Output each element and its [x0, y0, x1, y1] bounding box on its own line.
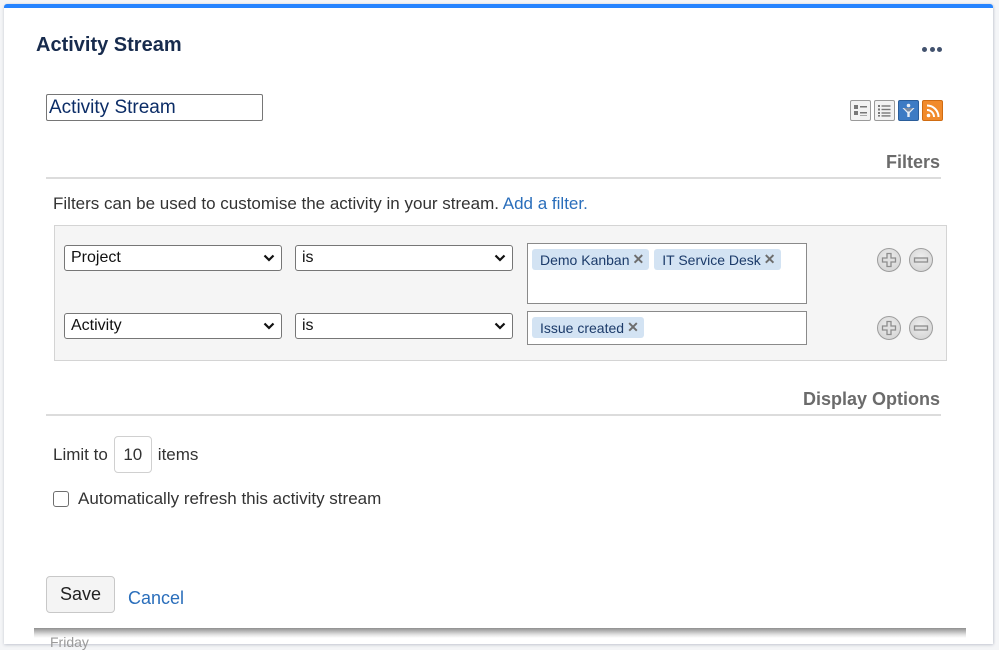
filter-field-select[interactable]: Project: [64, 245, 282, 271]
limit-items-input[interactable]: [113, 436, 152, 473]
filters-description: Filters can be used to customise the act…: [53, 194, 588, 214]
remove-filter-row-button[interactable]: [909, 316, 933, 340]
chevron-down-icon: [494, 322, 506, 330]
add-filter-row-button[interactable]: [877, 248, 901, 272]
chevron-down-icon: [494, 254, 506, 262]
remove-filter-row-button[interactable]: [909, 248, 933, 272]
filter-field-select[interactable]: Activity: [64, 313, 282, 339]
add-filter-link[interactable]: Add a filter.: [503, 194, 588, 213]
minus-icon: [913, 257, 929, 263]
remove-tag-icon[interactable]: ✕: [764, 251, 776, 268]
value-tag: IT Service Desk ✕: [654, 249, 781, 270]
auto-refresh-checkbox[interactable]: [53, 491, 69, 507]
more-options-button[interactable]: [922, 36, 945, 56]
divider: [34, 628, 966, 638]
display-options-section-title: Display Options: [46, 389, 941, 416]
filter-operator-value: is: [302, 317, 314, 334]
filter-operator-select[interactable]: is: [295, 245, 513, 271]
gadget-title-input[interactable]: [46, 94, 263, 121]
minus-icon: [913, 325, 929, 331]
filter-field-value: Activity: [71, 317, 122, 334]
cancel-link[interactable]: Cancel: [128, 588, 184, 609]
limit-suffix-label: items: [157, 444, 199, 464]
value-tag: Demo Kanban ✕: [532, 249, 650, 270]
value-tag-label: Issue created: [540, 319, 625, 336]
filters-section-title: Filters: [46, 152, 941, 179]
auto-refresh-row: Automatically refresh this activity stre…: [53, 489, 381, 509]
remove-tag-icon[interactable]: ✕: [633, 251, 645, 268]
full-view-icon[interactable]: [850, 100, 871, 121]
filter-values-input[interactable]: Demo Kanban ✕ IT Service Desk ✕: [527, 243, 807, 304]
view-mode-toolbar: [850, 100, 943, 121]
chevron-down-icon: [263, 322, 275, 330]
auto-refresh-label[interactable]: Automatically refresh this activity stre…: [78, 489, 381, 509]
activity-stream-gadget: Activity Stream Filters Filters can be u…: [4, 4, 993, 650]
limit-row: Limit to items: [53, 436, 198, 473]
date-group-label: Friday: [50, 634, 89, 650]
value-tag: Issue created ✕: [532, 317, 644, 338]
plus-icon: [881, 252, 897, 268]
remove-tag-icon[interactable]: ✕: [627, 319, 639, 336]
filter-field-value: Project: [71, 249, 121, 266]
value-tag-label: Demo Kanban: [540, 251, 630, 268]
rss-feed-icon[interactable]: [922, 100, 943, 121]
value-tag-label: IT Service Desk: [662, 251, 761, 268]
add-filter-row-button[interactable]: [877, 316, 901, 340]
filter-values-input[interactable]: Issue created ✕: [527, 311, 807, 345]
filter-operator-value: is: [302, 249, 314, 266]
filter-operator-select[interactable]: is: [295, 313, 513, 339]
filter-view-icon[interactable]: [898, 100, 919, 121]
chevron-down-icon: [263, 254, 275, 262]
plus-icon: [881, 320, 897, 336]
limit-prefix-label: Limit to: [53, 444, 108, 464]
gadget-title: Activity Stream: [36, 34, 182, 56]
list-view-icon[interactable]: [874, 100, 895, 121]
save-button[interactable]: Save: [46, 576, 115, 613]
filters-description-text: Filters can be used to customise the act…: [53, 194, 499, 213]
filters-panel: Project is Demo Kanban ✕ IT Service Desk…: [54, 225, 947, 361]
